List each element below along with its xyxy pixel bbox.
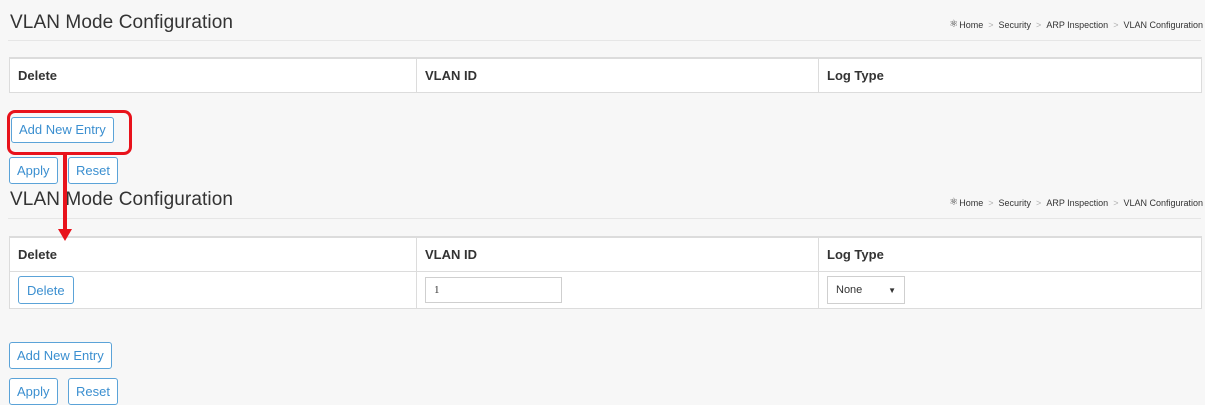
column-header-vlan-id: VLAN ID [416,237,819,272]
log-type-cell: None ▼ [818,271,1202,309]
home-icon: ⚛ [949,197,959,208]
vlan-table: Delete VLAN ID Log Type [9,57,1202,93]
delete-cell: Delete [9,271,417,309]
arrow-shaft [63,155,67,231]
breadcrumb-security[interactable]: Security [999,20,1032,30]
breadcrumb-security[interactable]: Security [999,198,1032,208]
breadcrumb-vlan-configuration: VLAN Configuration [1123,197,1203,208]
breadcrumb: ⚛ Home > Security > ARP Inspection > VLA… [949,197,1203,208]
log-type-select[interactable]: None ▼ [827,276,905,304]
panel-before: VLAN Mode Configuration ⚛ Home > Securit… [0,0,1205,190]
breadcrumb-separator: > [1113,197,1119,208]
breadcrumb-separator: > [1036,197,1042,208]
reset-button[interactable]: Reset [68,157,118,184]
table-row: Delete None ▼ [9,271,1202,309]
page-title: VLAN Mode Configuration [10,12,234,33]
breadcrumb-vlan-configuration: VLAN Configuration [1123,19,1203,30]
vlan-id-cell [416,271,819,309]
add-new-entry-button[interactable]: Add New Entry [9,342,112,369]
breadcrumb-separator: > [1113,19,1119,30]
column-header-delete: Delete [9,237,417,272]
breadcrumb-arp-inspection[interactable]: ARP Inspection [1046,198,1108,208]
highlight-box [7,110,132,155]
breadcrumb-separator: > [988,197,994,208]
breadcrumb-separator: > [988,19,994,30]
vlan-id-input[interactable] [425,277,562,303]
title-divider [8,40,1201,41]
vlan-table: Delete VLAN ID Log Type Delete None ▼ [9,236,1202,309]
log-type-selected-value: None [836,284,863,296]
apply-button[interactable]: Apply [9,157,58,184]
breadcrumb-separator: > [1036,19,1042,30]
breadcrumb-home[interactable]: Home [959,20,983,30]
column-header-vlan-id: VLAN ID [416,58,819,93]
apply-button[interactable]: Apply [9,378,58,405]
page-title: VLAN Mode Configuration [10,189,234,210]
column-header-log-type: Log Type [818,237,1202,272]
caret-down-icon: ▼ [888,285,896,295]
panel-after: VLAN Mode Configuration ⚛ Home > Securit… [0,185,1205,405]
delete-row-button[interactable]: Delete [18,276,74,304]
home-icon: ⚛ [949,19,959,30]
breadcrumb: ⚛ Home > Security > ARP Inspection > VLA… [949,19,1203,30]
title-divider [8,218,1201,219]
table-header-row: Delete VLAN ID Log Type [9,58,1202,93]
column-header-log-type: Log Type [818,58,1202,93]
reset-button[interactable]: Reset [68,378,118,405]
table-header-row: Delete VLAN ID Log Type [9,237,1202,272]
breadcrumb-home[interactable]: Home [959,198,983,208]
column-header-delete: Delete [9,58,417,93]
breadcrumb-arp-inspection[interactable]: ARP Inspection [1046,20,1108,30]
arrow-down-icon [58,229,72,241]
